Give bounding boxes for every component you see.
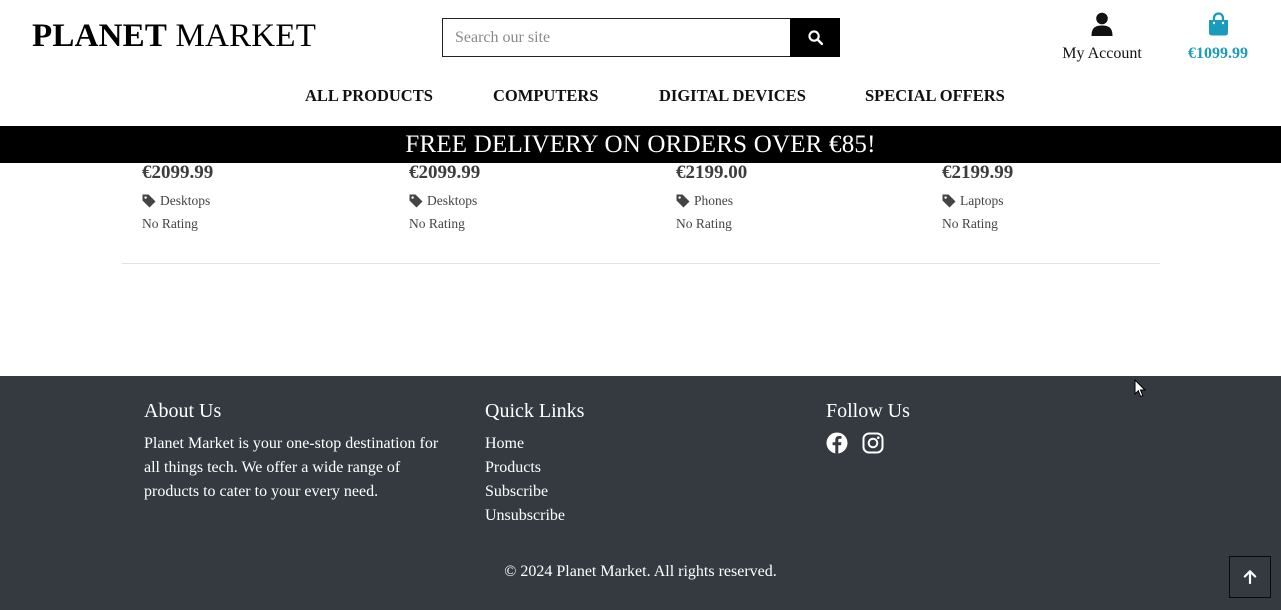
instagram-icon <box>862 432 884 454</box>
footer-quick-links-title: Quick Links <box>485 400 585 422</box>
nav-all-products[interactable]: ALL PRODUCTS <box>305 86 433 106</box>
footer-link-products[interactable]: Products <box>485 459 541 476</box>
copyright-text: © 2024 Planet Market. All rights reserve… <box>504 563 777 580</box>
footer-about: About Us Planet Market is your one-stop … <box>144 400 444 504</box>
cart-total: €1099.99 <box>1188 45 1248 62</box>
product-category[interactable]: Desktops <box>142 193 382 209</box>
footer-link-unsubscribe[interactable]: Unsubscribe <box>485 507 565 524</box>
shopping-bag-icon <box>1208 12 1228 36</box>
logo-bold-text: PLANET <box>32 18 168 54</box>
footer-follow-title: Follow Us <box>826 400 910 422</box>
product-rating: No Rating <box>409 216 465 231</box>
footer-quick-links: Quick Links Home Products Subscribe Unsu… <box>485 400 584 528</box>
product-price: €2099.99 <box>142 162 214 183</box>
search-form <box>442 18 840 57</box>
mouse-cursor-icon <box>1134 379 1146 398</box>
footer-links-list: Home Products Subscribe Unsubscribe <box>485 432 584 528</box>
product-rating: No Rating <box>676 216 732 231</box>
footer-follow: Follow Us <box>826 400 910 459</box>
social-links <box>826 432 910 459</box>
site-footer: About Us Planet Market is your one-stop … <box>0 376 1281 610</box>
product-grid: €2099.99 Desktops No Rating €2099.99 Des… <box>122 163 1160 264</box>
footer-about-title: About Us <box>144 400 222 422</box>
product-price: €2099.99 <box>409 162 481 183</box>
search-button[interactable] <box>790 18 840 57</box>
tag-icon <box>142 194 156 208</box>
search-icon <box>807 30 823 46</box>
footer-link-subscribe[interactable]: Subscribe <box>485 483 548 500</box>
product-rating: No Rating <box>942 216 998 231</box>
tag-icon <box>942 194 956 208</box>
product-card[interactable]: €2099.99 Desktops No Rating <box>142 163 382 232</box>
facebook-icon <box>826 432 848 454</box>
product-category[interactable]: Desktops <box>409 193 649 209</box>
product-card[interactable]: €2199.99 Laptops No Rating <box>942 163 1182 232</box>
product-card[interactable]: €2199.00 Phones No Rating <box>676 163 916 232</box>
product-category-label: Laptops <box>960 193 1004 208</box>
product-price: €2199.00 <box>676 162 748 183</box>
instagram-link[interactable] <box>862 432 884 459</box>
my-account-link[interactable]: My Account <box>1058 12 1146 63</box>
product-category-label: Phones <box>694 193 734 208</box>
nav-digital-devices[interactable]: DIGITAL DEVICES <box>659 86 806 106</box>
product-category-label: Desktops <box>427 193 478 208</box>
product-card[interactable]: €2099.99 Desktops No Rating <box>409 163 649 232</box>
arrow-up-icon <box>1243 570 1257 585</box>
back-to-top-button[interactable] <box>1229 556 1271 598</box>
footer-link-home[interactable]: Home <box>485 435 524 452</box>
product-price: €2199.99 <box>942 162 1014 183</box>
nav-computers[interactable]: COMPUTERS <box>493 86 598 106</box>
nav-special-offers[interactable]: SPECIAL OFFERS <box>865 86 1005 106</box>
logo-normal-text: MARKET <box>175 18 317 54</box>
user-icon <box>1091 12 1113 36</box>
product-rating: No Rating <box>142 216 198 231</box>
tag-icon <box>676 194 690 208</box>
my-account-label: My Account <box>1062 45 1142 62</box>
search-input[interactable] <box>442 18 790 57</box>
delivery-banner: FREE DELIVERY ON ORDERS OVER €85! <box>0 126 1281 163</box>
site-logo[interactable]: PLANET MARKET <box>32 18 316 55</box>
main-nav: ALL PRODUCTS COMPUTERS DIGITAL DEVICES S… <box>0 86 1281 110</box>
tag-icon <box>409 194 423 208</box>
product-category-label: Desktops <box>160 193 211 208</box>
cart-link[interactable]: €1099.99 <box>1180 12 1256 63</box>
footer-about-text: Planet Market is your one-stop destinati… <box>144 435 439 500</box>
site-header: PLANET MARKET My Account €1099.99 ALL PR… <box>0 0 1281 126</box>
product-category[interactable]: Phones <box>676 193 916 209</box>
product-category[interactable]: Laptops <box>942 193 1182 209</box>
facebook-link[interactable] <box>826 432 848 459</box>
